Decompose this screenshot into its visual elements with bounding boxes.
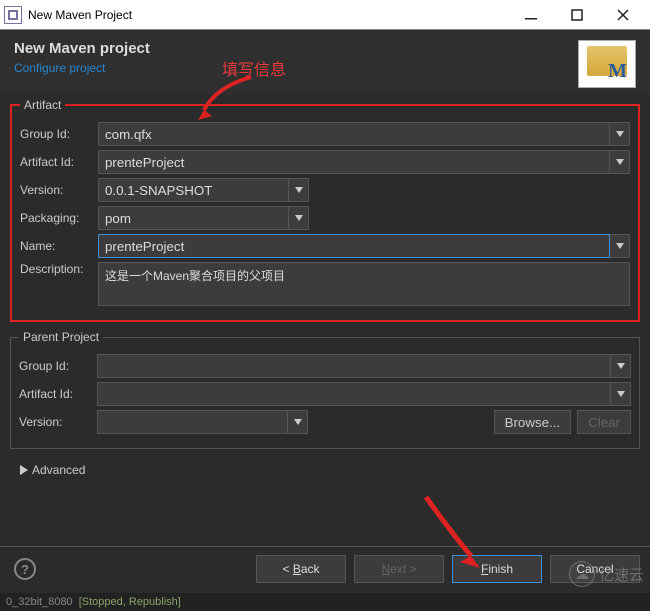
- parent-group-id-dropdown[interactable]: [611, 354, 631, 378]
- configure-project-link[interactable]: Configure project: [14, 61, 150, 75]
- parent-version-input[interactable]: [97, 410, 288, 434]
- advanced-toggle[interactable]: Advanced: [10, 457, 640, 483]
- chevron-right-icon: [20, 465, 28, 475]
- parent-artifact-id-dropdown[interactable]: [611, 382, 631, 406]
- titlebar: New Maven Project: [0, 0, 650, 30]
- artifact-id-dropdown[interactable]: [610, 150, 630, 174]
- parent-version-dropdown[interactable]: [288, 410, 308, 434]
- finish-button[interactable]: Finish: [452, 555, 542, 583]
- window-title: New Maven Project: [28, 8, 508, 22]
- version-label: Version:: [20, 183, 98, 197]
- parent-version-label: Version:: [19, 415, 97, 429]
- maximize-button[interactable]: [554, 1, 600, 29]
- minimize-button[interactable]: [508, 1, 554, 29]
- artifact-id-input[interactable]: [98, 150, 610, 174]
- name-label: Name:: [20, 239, 98, 253]
- name-dropdown[interactable]: [610, 234, 630, 258]
- artifact-id-label: Artifact Id:: [20, 155, 98, 169]
- browse-button[interactable]: Browse...: [494, 410, 572, 434]
- status-server: [Stopped, Republish]: [79, 596, 181, 608]
- back-button[interactable]: < Back: [256, 555, 346, 583]
- status-port: 0_32bit_8080: [6, 596, 73, 608]
- parent-group-id-label: Group Id:: [19, 359, 97, 373]
- artifact-legend: Artifact: [20, 98, 65, 112]
- clear-button[interactable]: Clear: [577, 410, 631, 434]
- parent-legend: Parent Project: [19, 330, 103, 344]
- parent-group-id-input[interactable]: [97, 354, 611, 378]
- artifact-fieldset: Artifact Group Id: Artifact Id: Version:: [10, 98, 640, 322]
- status-bar: 0_32bit_8080 [Stopped, Republish]: [0, 593, 650, 611]
- advanced-label: Advanced: [32, 463, 85, 477]
- group-id-input[interactable]: [98, 122, 610, 146]
- cancel-button[interactable]: Cancel: [550, 555, 640, 583]
- packaging-dropdown[interactable]: [289, 206, 309, 230]
- parent-artifact-id-input[interactable]: [97, 382, 611, 406]
- wizard-header: New Maven project Configure project M: [0, 30, 650, 94]
- parent-project-fieldset: Parent Project Group Id: Artifact Id: Ve…: [10, 330, 640, 449]
- packaging-input[interactable]: [98, 206, 289, 230]
- help-button[interactable]: ?: [14, 558, 36, 580]
- next-button[interactable]: Next >: [354, 555, 444, 583]
- parent-artifact-id-label: Artifact Id:: [19, 387, 97, 401]
- description-input[interactable]: [98, 262, 630, 306]
- close-button[interactable]: [600, 1, 646, 29]
- name-input[interactable]: [98, 234, 610, 258]
- group-id-dropdown[interactable]: [610, 122, 630, 146]
- maven-logo: M: [578, 40, 636, 88]
- page-title: New Maven project: [14, 40, 150, 57]
- app-icon: [4, 6, 22, 24]
- group-id-label: Group Id:: [20, 127, 98, 141]
- packaging-label: Packaging:: [20, 211, 98, 225]
- button-bar: ? < Back Next > Finish Cancel: [0, 546, 650, 591]
- version-dropdown[interactable]: [289, 178, 309, 202]
- description-label: Description:: [20, 262, 98, 276]
- version-input[interactable]: [98, 178, 289, 202]
